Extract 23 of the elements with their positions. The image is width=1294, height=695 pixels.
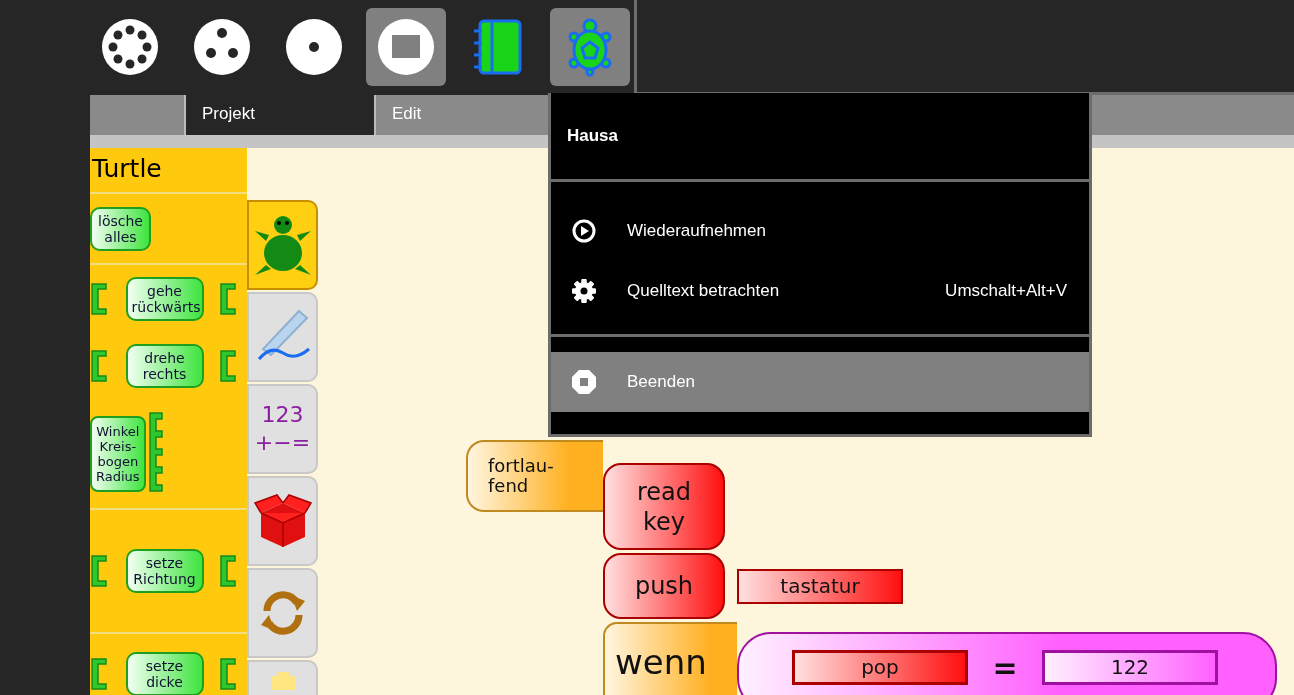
number-block[interactable]: 122	[1042, 649, 1218, 685]
palette-block[interactable]: setze dicke	[125, 652, 204, 695]
palette-block[interactable]: setze Richtung	[125, 549, 204, 593]
palette-title: Turtle	[90, 148, 247, 194]
compare-block[interactable]: pop = 122	[737, 632, 1277, 695]
palette-block[interactable]: drehe rechts	[125, 343, 204, 388]
menu-item[interactable]: Beenden	[551, 352, 1089, 412]
palette-block[interactable]: gehe rückwärts	[125, 276, 204, 321]
number-category-label: 123 +−=	[254, 401, 311, 457]
palette-block[interactable]: lösche alles	[90, 206, 151, 251]
argument-block[interactable]: tastatur	[737, 569, 903, 604]
command-block[interactable]: read key	[603, 463, 725, 550]
menu-item[interactable]: Quelltext betrachten Umschalt+Alt+V	[551, 261, 1089, 321]
start-block[interactable]: fortlau- fend	[466, 440, 603, 512]
command-block[interactable]: push	[603, 553, 725, 619]
menu-item[interactable]: Wiederaufnehmen	[551, 201, 1089, 261]
if-block[interactable]: wenn	[603, 622, 737, 695]
operator-label: =	[991, 649, 1019, 685]
palette-block[interactable]: Winkel Kreis- bogen Radius	[90, 415, 146, 492]
menu-bar-item[interactable]: Projekt	[186, 95, 376, 135]
menu-title: Hausa	[551, 93, 1089, 182]
category-tab[interactable]: 123 +−=	[247, 384, 318, 474]
argument-block[interactable]: pop	[792, 649, 968, 685]
